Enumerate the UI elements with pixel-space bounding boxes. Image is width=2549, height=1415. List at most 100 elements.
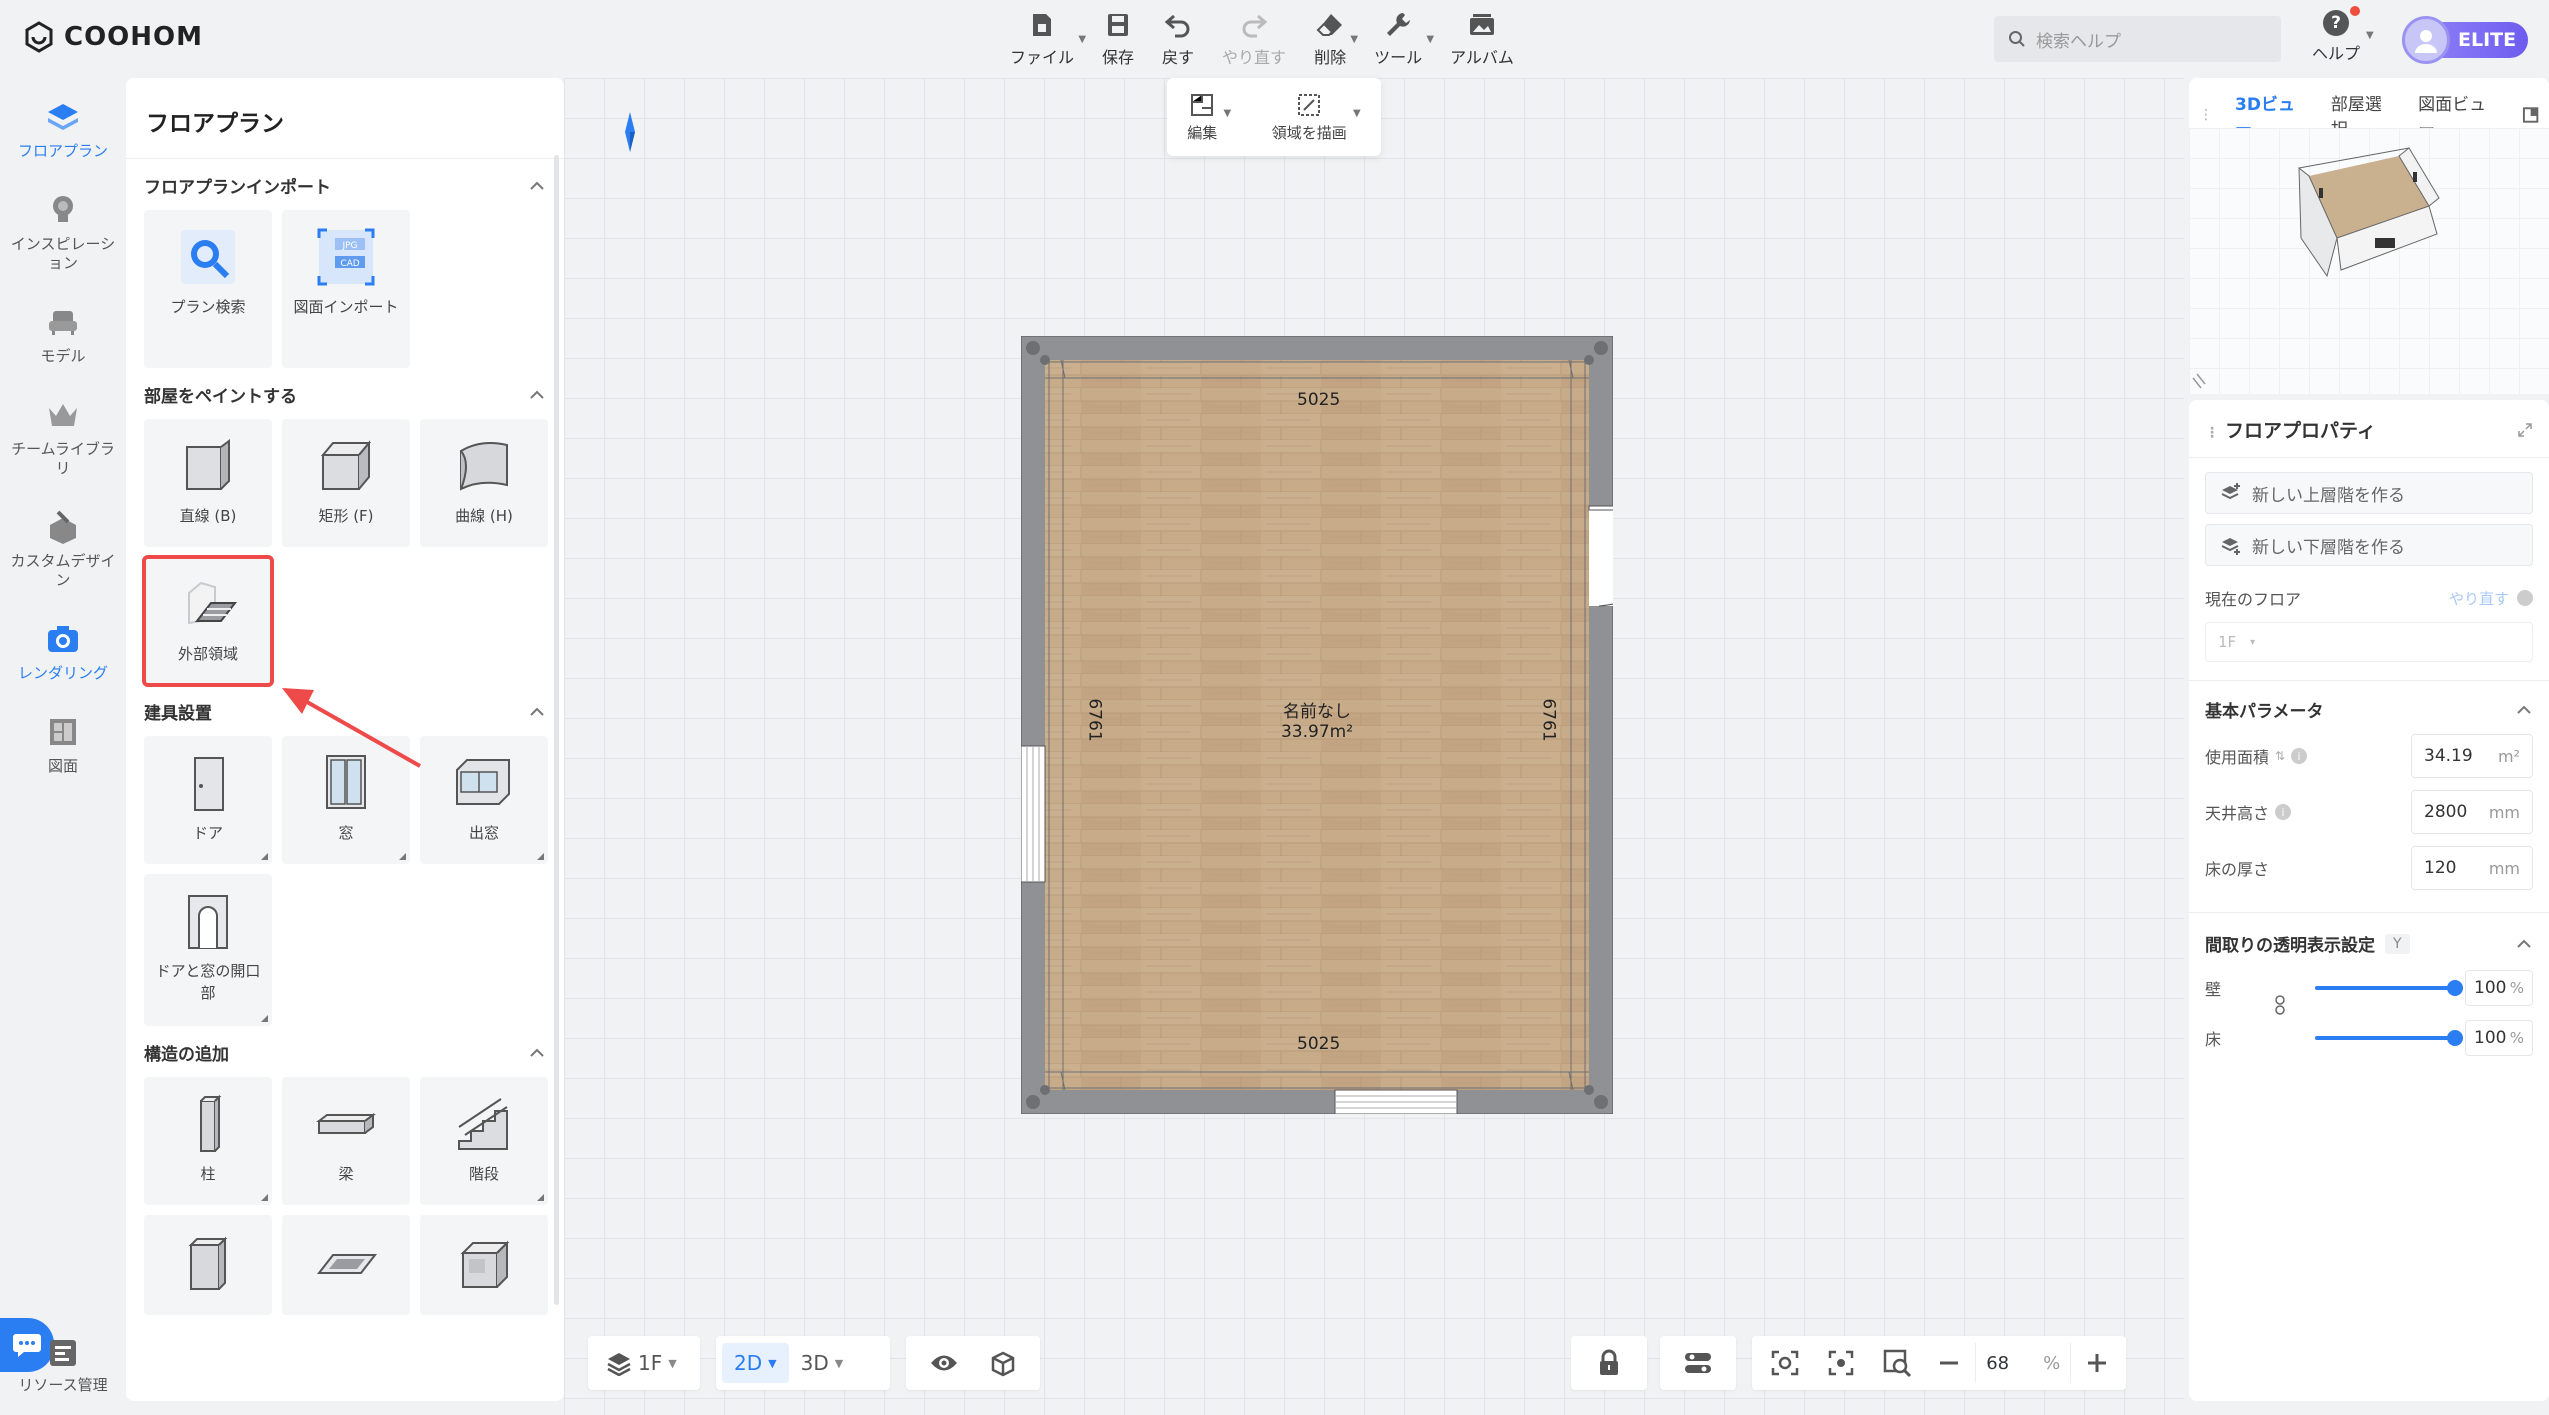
info-icon[interactable]: i: [2275, 804, 2292, 820]
focus-button[interactable]: [1815, 1343, 1867, 1383]
file-button[interactable]: ファイル ▼: [996, 10, 1088, 68]
dock-icon[interactable]: [2522, 106, 2539, 124]
chevron-up-icon[interactable]: [528, 703, 546, 721]
save-button[interactable]: 保存: [1088, 10, 1148, 68]
wall-percent-input[interactable]: 100%: [2465, 970, 2533, 1006]
panel-scrollbar[interactable]: [554, 155, 559, 1305]
nav-inspiration[interactable]: インスピレーション: [0, 183, 126, 281]
drawing-import-card[interactable]: JPG CAD 図面インポート: [282, 210, 410, 368]
props-title: フロアプロパティ: [2225, 420, 2376, 442]
room-name-label[interactable]: 名前なし 33.97m²: [1267, 702, 1367, 742]
basic-params-header[interactable]: 基本パラメータ: [2189, 697, 2549, 722]
zoom-in-button[interactable]: [2074, 1343, 2120, 1383]
floor-percent-input[interactable]: 100%: [2465, 1020, 2533, 1056]
compass-icon[interactable]: [620, 110, 640, 154]
nav-resource-management[interactable]: リソース管理: [0, 1336, 126, 1395]
visibility-button[interactable]: [917, 1343, 971, 1383]
plan-search-card[interactable]: プラン検索: [144, 210, 272, 368]
avatar[interactable]: [2402, 16, 2450, 64]
structure-card-6[interactable]: [420, 1215, 548, 1315]
transparency-header[interactable]: 間取りの透明表示設定 Y: [2189, 931, 2549, 956]
stairs-card[interactable]: 階段: [420, 1077, 548, 1205]
chevron-up-icon[interactable]: [2515, 935, 2533, 953]
floor-slider[interactable]: [2315, 1030, 2463, 1046]
drag-handle-icon[interactable]: ⋮: [2199, 107, 2213, 123]
box-structure-icon: [188, 1236, 228, 1290]
chevron-down-icon[interactable]: ▼: [2366, 30, 2374, 41]
expand-icon[interactable]: [2517, 422, 2533, 438]
nav-team-library[interactable]: チームライブラリ: [0, 388, 126, 486]
room-plan[interactable]: 5025 5025 6761 6761 名前なし 33.97m²: [1021, 336, 1613, 1114]
nav-custom-design[interactable]: カスタムデザイン: [0, 500, 126, 598]
help-button[interactable]: ? ヘルプ: [2312, 6, 2361, 64]
structure-card-5[interactable]: [282, 1215, 410, 1315]
top-bar: COOHOM ファイル▼ 保存 戻す やり直す 削除▼ ツール▼ アルバム: [0, 0, 2549, 78]
ceiling-input[interactable]: 2800 mm: [2411, 790, 2533, 834]
dim-top-label: 5025: [1297, 390, 1341, 410]
nav-model[interactable]: モデル: [0, 295, 126, 374]
delete-button[interactable]: 削除 ▼: [1300, 10, 1360, 68]
settings-toggle-button[interactable]: [1671, 1343, 1725, 1383]
new-lower-floor-button[interactable]: 新しい下層階を作る: [2205, 524, 2533, 566]
info-icon[interactable]: i: [2291, 748, 2308, 764]
floor-select[interactable]: 1F ▼: [594, 1343, 689, 1383]
nav-rendering[interactable]: レンダリング: [0, 612, 126, 691]
nav-drawing[interactable]: 図面: [0, 705, 126, 784]
new-upper-floor-button[interactable]: 新しい上層階を作る: [2205, 472, 2533, 514]
beam-card[interactable]: 梁: [282, 1077, 410, 1205]
opening-card[interactable]: ドアと窓の開口部: [144, 874, 272, 1026]
redo-button[interactable]: やり直す: [1208, 10, 1300, 68]
mode-3d-button[interactable]: 3D ▼: [789, 1343, 856, 1383]
nav-floorplan[interactable]: フロアプラン: [0, 90, 126, 169]
nav-inspiration-label: インスピレーション: [10, 235, 116, 272]
column-card[interactable]: 柱: [144, 1077, 272, 1205]
material-button[interactable]: [977, 1343, 1029, 1383]
current-floor-redo-link[interactable]: やり直す: [2449, 588, 2509, 609]
chevron-up-icon[interactable]: [528, 1044, 546, 1062]
zoom-area-button[interactable]: [1870, 1343, 1924, 1383]
undo-button[interactable]: 戻す: [1148, 10, 1208, 68]
structure-card-4[interactable]: [144, 1215, 272, 1315]
floor-slider-knob[interactable]: [2447, 1030, 2463, 1046]
chevron-up-icon[interactable]: [528, 386, 546, 404]
wall-slider-knob[interactable]: [2447, 980, 2463, 996]
floor-thickness-input[interactable]: 120 mm: [2411, 846, 2533, 890]
fit-view-button[interactable]: [1758, 1343, 1812, 1383]
lock-button[interactable]: [1585, 1343, 1633, 1383]
current-floor-select[interactable]: 1F ▾: [2205, 622, 2533, 662]
import-section-header[interactable]: フロアプランインポート: [144, 173, 546, 198]
draw-rect-card[interactable]: 矩形 (F): [282, 419, 410, 547]
link-icon[interactable]: [2273, 994, 2287, 1016]
external-area-card[interactable]: 外部領域: [142, 555, 274, 687]
wall-label: 壁: [2205, 980, 2222, 999]
draw-curve-card[interactable]: 曲線 (H): [420, 419, 548, 547]
tools-button[interactable]: ツール ▼: [1360, 10, 1436, 68]
structure-section-header[interactable]: 構造の追加: [144, 1040, 546, 1065]
chevron-down-icon: ▼: [768, 1356, 777, 1370]
bay-window-card[interactable]: 出窓: [420, 736, 548, 864]
dim-bottom-label: 5025: [1297, 1034, 1341, 1054]
zoom-out-button[interactable]: [1926, 1343, 1972, 1383]
chevron-up-icon[interactable]: [528, 177, 546, 195]
3d-preview[interactable]: [2189, 128, 2549, 394]
floor-value: 100: [2474, 1028, 2507, 1048]
wall-slider[interactable]: [2315, 980, 2463, 996]
more-options-icon: [537, 1194, 544, 1201]
chevron-up-icon[interactable]: [2515, 701, 2533, 719]
draw-line-card[interactable]: 直線 (B): [144, 419, 272, 547]
coohom-logo[interactable]: COOHOM: [22, 20, 203, 54]
edit-button[interactable]: 編集 ▼: [1187, 92, 1231, 143]
search-input[interactable]: 検索ヘルプ: [1994, 16, 2281, 62]
draw-area-button[interactable]: 領域を描画 ▼: [1272, 92, 1361, 143]
cube-icon: [991, 1351, 1015, 1377]
paint-section-header[interactable]: 部屋をペイントする: [144, 382, 546, 407]
album-button[interactable]: アルバム: [1436, 10, 1528, 68]
toggle-icon: [1685, 1353, 1711, 1373]
zoom-input[interactable]: 68 %: [1975, 1343, 2072, 1383]
door-card[interactable]: ドア: [144, 736, 272, 864]
user-menu[interactable]: ELITE: [2402, 16, 2529, 64]
fit-view-icon: [1771, 1350, 1799, 1376]
area-input[interactable]: 34.19 m²: [2411, 734, 2533, 778]
mode-2d-button[interactable]: 2D ▼: [722, 1343, 789, 1383]
drag-handle-icon[interactable]: ⋮: [2205, 425, 2219, 441]
